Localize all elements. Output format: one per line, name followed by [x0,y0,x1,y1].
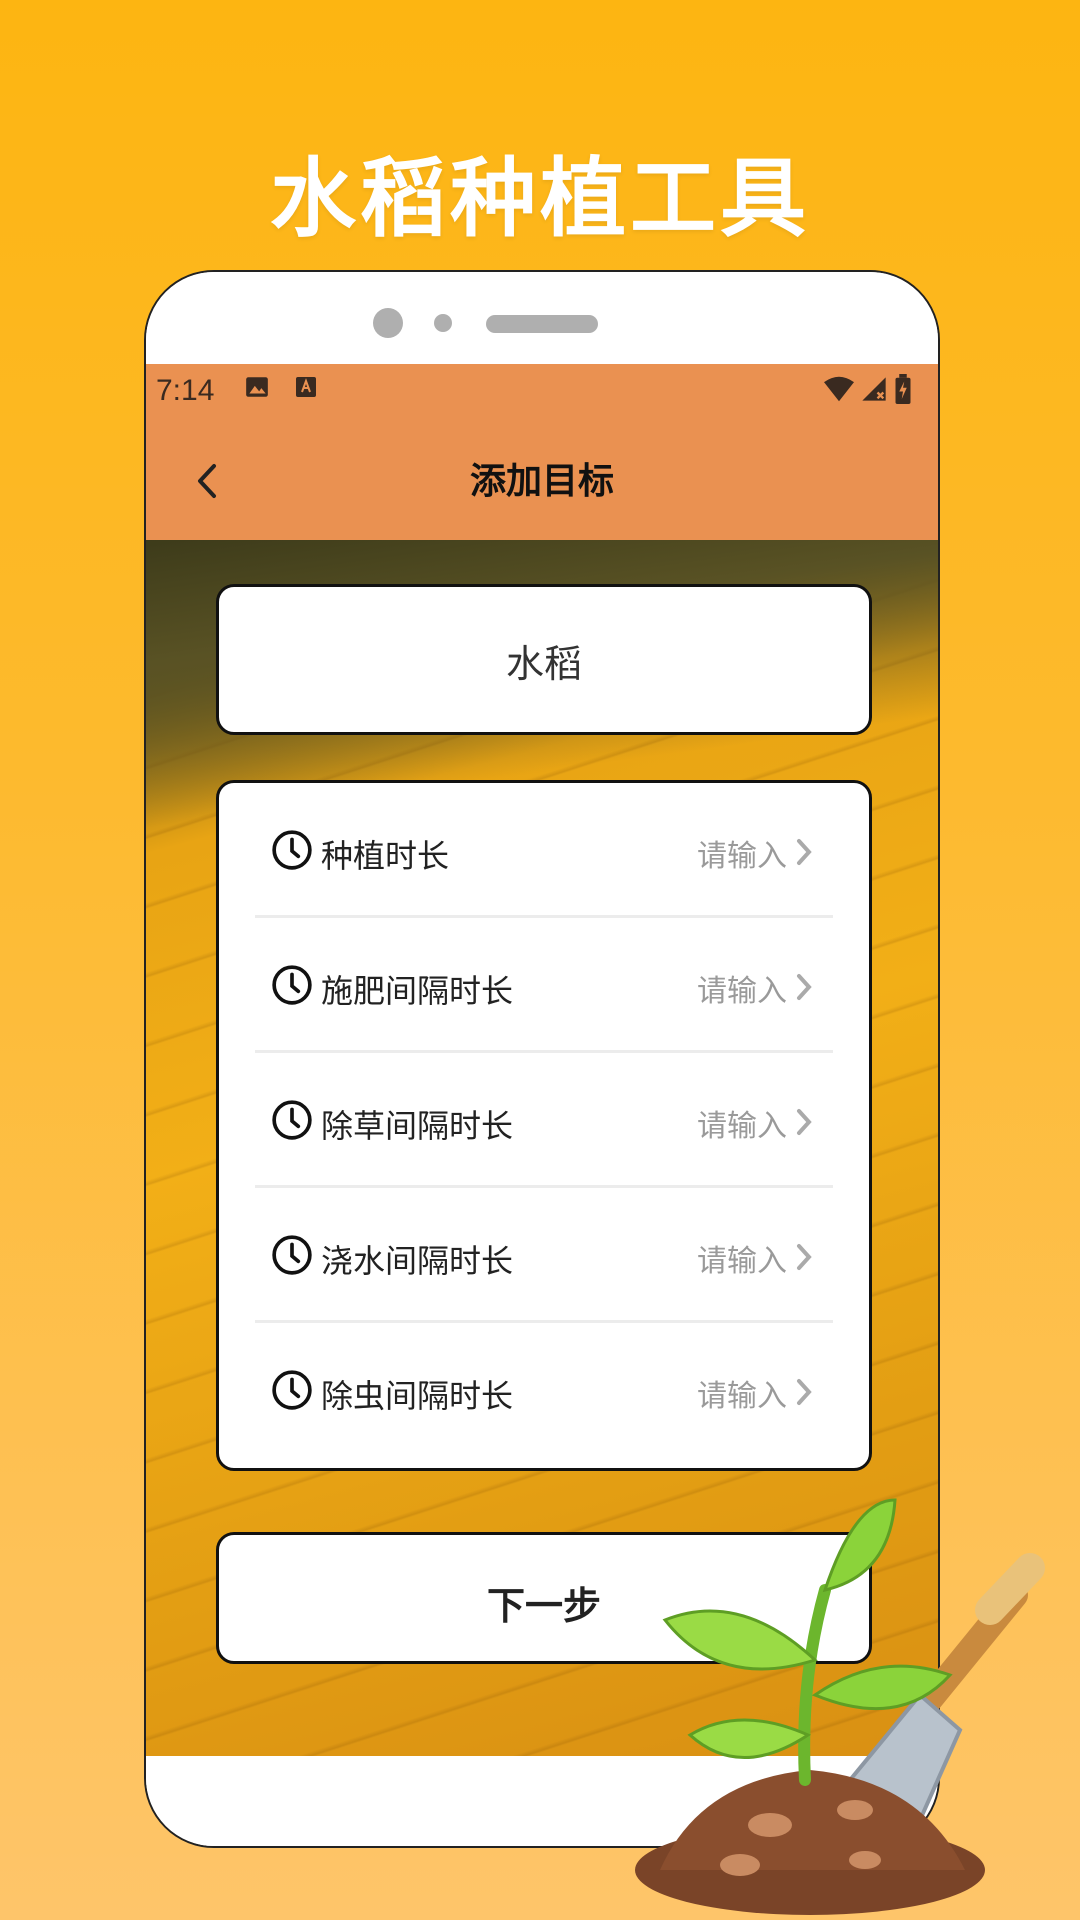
setting-placeholder: 请输入 [697,1379,787,1414]
clock-icon [272,1370,312,1410]
setting-label: 施肥间隔时长 [321,972,514,1010]
setting-placeholder: 请输入 [697,1244,787,1279]
sensor-icon [434,314,452,332]
battery-icon [895,374,911,404]
chevron-right-icon [797,974,812,1000]
settings-list: 种植时长 请输入 施肥间隔时长 请输入 除草间隔时长 请输入 浇水间隔时长 请输… [216,780,872,1471]
crop-name-card[interactable]: 水稻 [216,584,872,735]
promo-title: 水稻种植工具 [270,149,810,249]
page-title: 添加目标 [469,461,614,502]
status-time: 7:14 [156,374,215,407]
image-icon [246,377,268,397]
font-icon [296,377,316,397]
status-bar: 7:14 [146,364,938,418]
setting-label: 浇水间隔时长 [321,1242,514,1280]
chevron-right-icon [797,1379,812,1405]
chevron-right-icon [797,1244,812,1270]
setting-label: 除虫间隔时长 [321,1377,514,1415]
setting-row-planting-duration[interactable]: 种植时长 请输入 [255,783,833,918]
setting-row-watering-interval[interactable]: 浇水间隔时长 请输入 [255,1188,833,1323]
phone-top-bezel [146,272,938,364]
setting-placeholder: 请输入 [697,1109,787,1144]
signal-icon [862,377,886,401]
crop-name: 水稻 [505,642,582,686]
clock-icon [272,965,312,1005]
chevron-right-icon [797,1109,812,1135]
clock-icon [272,830,312,870]
clock-icon [272,1100,312,1140]
setting-placeholder: 请输入 [697,839,787,874]
setting-row-fertilizing-interval[interactable]: 施肥间隔时长 请输入 [255,918,833,1053]
app-bar: 添加目标 [146,418,938,540]
setting-label: 种植时长 [321,837,450,875]
speaker-grill [486,315,598,333]
setting-row-pest-control-interval[interactable]: 除虫间隔时长 请输入 [255,1323,833,1458]
camera-icon [373,308,403,338]
sprout-illustration [635,1498,1045,1915]
wifi-icon [824,376,854,402]
chevron-right-icon [797,839,812,865]
setting-placeholder: 请输入 [697,974,787,1009]
clock-icon [272,1235,312,1275]
setting-label: 除草间隔时长 [321,1107,514,1145]
setting-row-weeding-interval[interactable]: 除草间隔时长 请输入 [255,1053,833,1188]
